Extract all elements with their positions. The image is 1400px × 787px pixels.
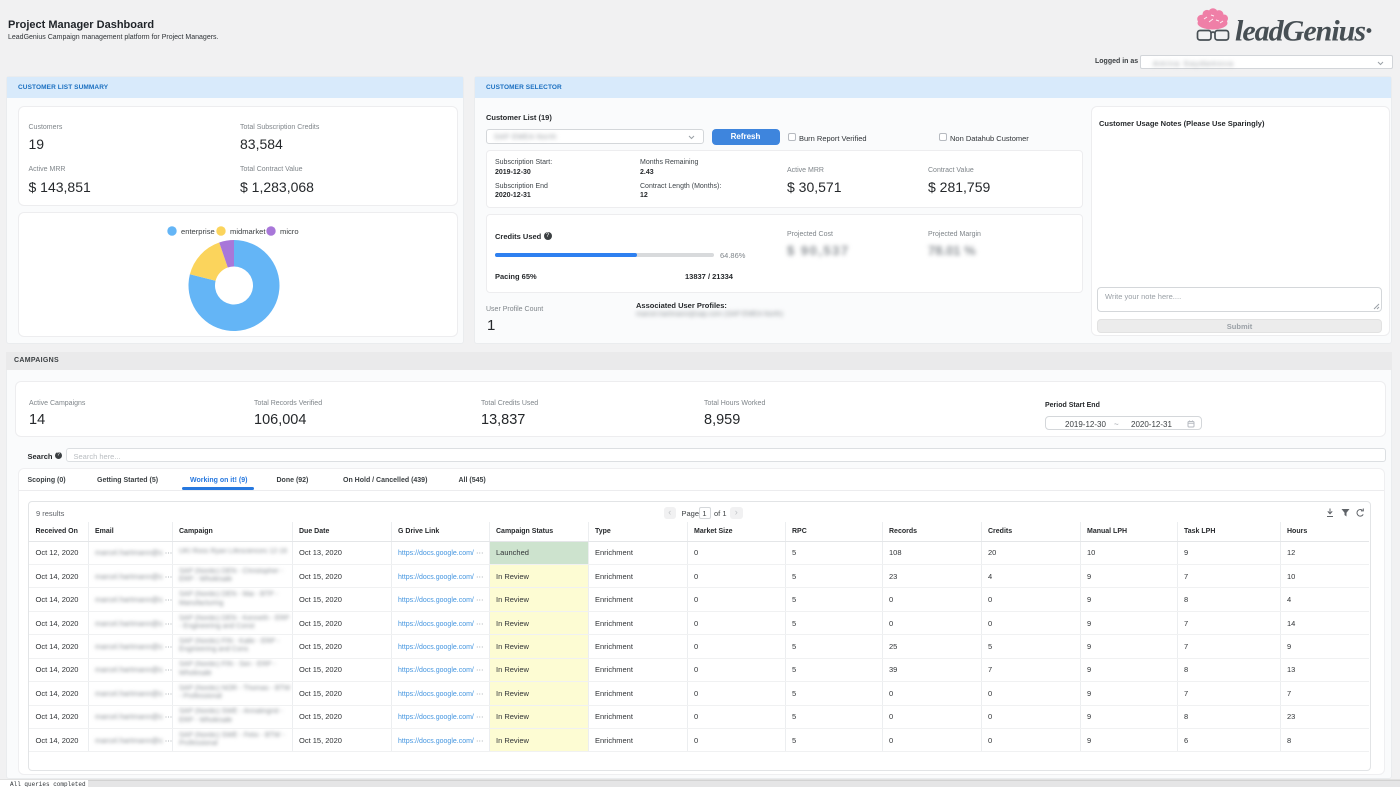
svg-text:micro: micro [280,227,299,236]
svg-text:enterprise: enterprise [181,227,215,236]
svg-text:leadGenius·: leadGenius· [1235,15,1372,48]
svg-text:midmarket: midmarket [230,227,266,236]
